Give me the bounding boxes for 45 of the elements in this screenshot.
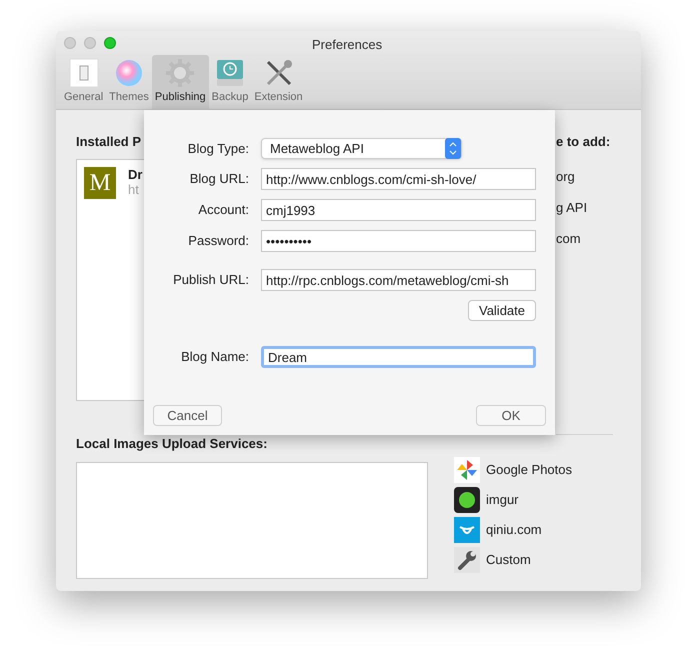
field-label: Blog URL: xyxy=(188,170,249,188)
available-service[interactable]: org xyxy=(556,168,610,184)
window-title: Preferences xyxy=(312,36,382,54)
local-heading: Local Images Upload Services: xyxy=(76,435,268,453)
upload-service[interactable]: Google Photos xyxy=(486,460,572,480)
toolbar-tab[interactable]: Backup xyxy=(208,54,252,109)
switch-icon xyxy=(68,58,99,88)
color-wheel-icon xyxy=(114,58,144,88)
close-window-button[interactable] xyxy=(64,36,76,49)
upload-service[interactable]: imgur xyxy=(486,490,519,510)
toolbar-tab[interactable]: Themes xyxy=(106,54,152,109)
text-field[interactable]: http://www.cnblogs.com/cmi-sh-love/ xyxy=(261,168,536,190)
text-field[interactable]: cmj1993 xyxy=(261,199,536,221)
text-field[interactable]: •••••••••• xyxy=(261,230,536,252)
blog-type-select[interactable]: Metaweblog API xyxy=(261,138,462,159)
toolbar-tab[interactable]: Extension xyxy=(251,54,306,109)
available-service[interactable]: g API xyxy=(556,200,610,216)
ok-button[interactable]: OK xyxy=(476,405,546,426)
available-heading: e to add: xyxy=(556,133,610,151)
field-label: Publish URL: xyxy=(172,271,249,290)
zoom-window-button[interactable] xyxy=(104,36,116,49)
validate-button[interactable]: Validate xyxy=(468,300,536,321)
upload-service[interactable]: qiniu.com xyxy=(486,520,542,540)
field-label: Account: xyxy=(197,201,249,220)
stepper-chevrons-icon xyxy=(445,138,461,159)
pinwheel-icon xyxy=(454,457,480,483)
toolbar-tab[interactable]: General xyxy=(61,54,106,109)
upload-service[interactable]: Custom xyxy=(486,550,531,570)
cancel-button[interactable]: Cancel xyxy=(153,405,222,426)
text-field[interactable]: Dream xyxy=(261,346,536,368)
blog-logo-icon: M xyxy=(84,166,116,198)
blog-url: ht xyxy=(128,182,140,196)
field-label: Blog Type: xyxy=(186,140,249,158)
gear-icon xyxy=(165,58,196,88)
minimize-window-button[interactable] xyxy=(84,36,96,49)
toolbar-tab[interactable]: Publishing xyxy=(152,54,209,109)
field-label: Password: xyxy=(187,232,249,250)
bull-icon xyxy=(454,517,480,543)
clock-drive-icon xyxy=(215,58,245,88)
installed-heading: Installed P xyxy=(76,133,142,151)
available-service[interactable]: com xyxy=(556,230,610,246)
field-label: Blog Name: xyxy=(180,348,249,366)
blog-name: Dr xyxy=(128,166,142,182)
wrench-icon xyxy=(454,547,480,573)
text-field[interactable]: http://rpc.cnblogs.com/metaweblog/cmi-sh xyxy=(261,269,536,291)
